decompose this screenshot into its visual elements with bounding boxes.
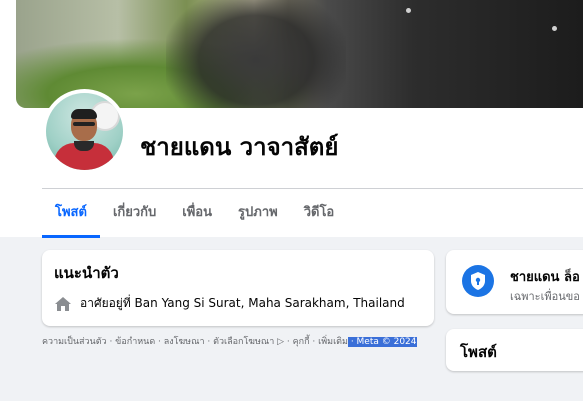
- locked-profile-subtitle: เฉพาะเพื่อนขอ: [510, 290, 580, 303]
- intro-title: แนะนำตัว: [54, 264, 119, 282]
- tab-friends[interactable]: เพื่อน: [169, 190, 225, 237]
- footer-links-text[interactable]: ความเป็นส่วนตัว · ข้อกำหนด · ลงโฆษณา · ต…: [42, 337, 348, 347]
- avatar-hair: [71, 109, 97, 119]
- posts-card: โพสต์: [446, 329, 583, 371]
- cover-dot: [406, 8, 411, 13]
- intro-lives-in-row: อาศัยอยู่ที่ Ban Yang Si Surat, Maha Sar…: [54, 294, 405, 313]
- footer-meta-copyright: · Meta © 2024: [347, 337, 417, 347]
- tab-videos[interactable]: วิดีโอ: [291, 190, 348, 237]
- profile-tabs: โพสต์ เกี่ยวกับ เพื่อน รูปภาพ วิดีโอ: [42, 190, 348, 238]
- posts-title: โพสต์: [460, 343, 497, 361]
- intro-lives-in-text[interactable]: อาศัยอยู่ที่ Ban Yang Si Surat, Maha Sar…: [80, 294, 405, 313]
- profile-name: ชายแดน วาจาสัตย์: [140, 133, 339, 161]
- locked-profile-card: ชายแดน ล็อ เฉพาะเพื่อนขอ: [446, 250, 583, 314]
- avatar-glasses: [73, 122, 95, 126]
- tab-photos[interactable]: รูปภาพ: [225, 190, 291, 237]
- cover-dot: [552, 26, 557, 31]
- footer-links: ความเป็นส่วนตัว · ข้อกำหนด · ลงโฆษณา · ต…: [42, 336, 434, 349]
- tab-about[interactable]: เกี่ยวกับ: [100, 190, 169, 237]
- cover-blur-detail: [166, 0, 346, 108]
- header-divider: [42, 188, 583, 189]
- intro-card: แนะนำตัว อาศัยอยู่ที่ Ban Yang Si Surat,…: [42, 250, 434, 326]
- tab-posts[interactable]: โพสต์: [42, 190, 100, 238]
- shield-lock-glyph: [471, 272, 485, 290]
- home-icon: [55, 296, 71, 311]
- shield-lock-icon: [462, 265, 494, 297]
- avatar[interactable]: [46, 93, 123, 170]
- locked-profile-name: ชายแดน ล็อ: [510, 270, 580, 285]
